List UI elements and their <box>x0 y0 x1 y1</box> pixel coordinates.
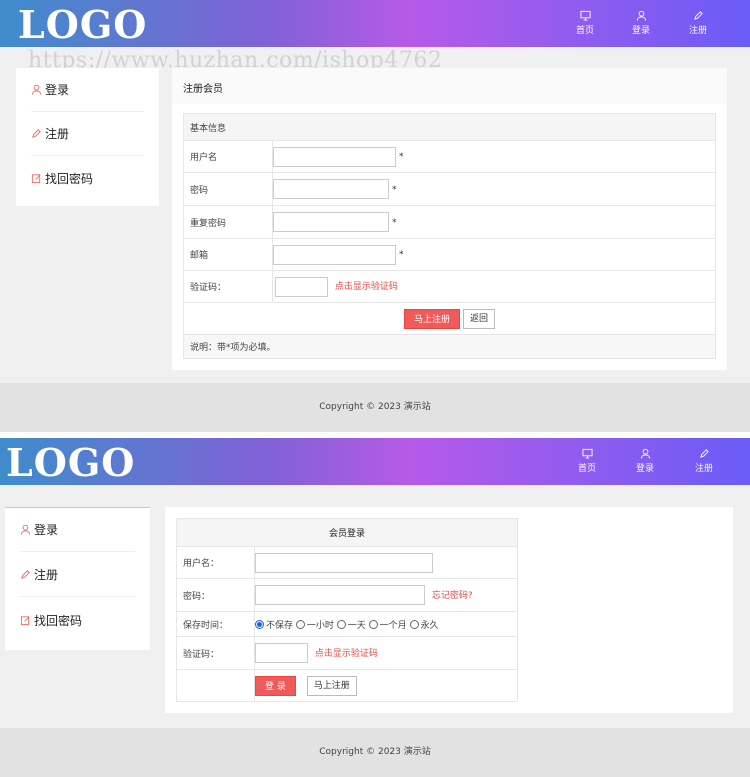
nav-home[interactable]: 首页 <box>565 10 605 36</box>
required-mark: * <box>392 184 397 195</box>
register-form: 基本信息 用户名 * 密码 * 重复密码 * 邮箱 * 验证码： 点击显示验证码 <box>183 113 716 359</box>
pencil-icon <box>32 129 41 138</box>
form-note: 说明：带*项为必填。 <box>183 334 716 359</box>
login-submit-button[interactable]: 登 录 <box>255 675 296 696</box>
sidebar: 登录 注册 找回密码 <box>5 507 150 650</box>
captcha-field[interactable] <box>275 276 328 297</box>
keep-option[interactable]: 不保存 <box>255 619 294 631</box>
radio-icon <box>336 619 346 629</box>
login-form: 会员登录 用户名： 密码： 忘记密码? 保存时间： 不保存 一小时 一天 一个月… <box>176 518 518 702</box>
monitor-icon <box>581 448 593 459</box>
radio-icon <box>368 619 378 629</box>
nav-register[interactable]: 注册 <box>678 10 718 36</box>
repeat-password-field[interactable] <box>273 212 389 232</box>
captcha-label: 验证码： <box>176 636 255 670</box>
keep-time-options: 不保存 一小时 一天 一个月 永久 <box>254 611 518 637</box>
login-page: LOGO 首页 登录 注册 登录 注册 找回密码 会员登录 用户名： 密码： 忘… <box>0 438 750 777</box>
user-icon <box>20 524 31 535</box>
keep-option[interactable]: 一小时 <box>295 619 334 631</box>
page-title: 会员登录 <box>176 518 518 547</box>
keep-option-label: 一天 <box>347 620 366 631</box>
sidebar-item-login[interactable]: 登录 <box>20 508 135 552</box>
user-icon <box>636 10 646 21</box>
sidebar-item-label: 注册 <box>45 127 70 141</box>
sidebar: 登录 注册 找回密码 <box>16 68 159 206</box>
register-now-button[interactable]: 马上注册 <box>306 675 357 696</box>
nav-home[interactable]: 首页 <box>567 448 607 474</box>
keep-option-label: 永久 <box>420 620 439 631</box>
edit-note-icon <box>31 173 41 183</box>
user-icon <box>31 84 42 95</box>
page-title: 注册会员 <box>172 68 727 104</box>
register-page: LOGO 首页 登录 注册 https://www.huzhan.com/ish… <box>0 0 750 432</box>
sidebar-item-recover[interactable]: 找回密码 <box>20 598 135 642</box>
sidebar-item-register[interactable]: 注册 <box>20 553 135 597</box>
site-footer: Copyright © 2023 演示站 <box>0 728 750 777</box>
section-heading: 基本信息 <box>183 113 716 141</box>
radio-selected-icon <box>255 619 264 629</box>
site-header: LOGO 首页 登录 注册 <box>0 0 750 47</box>
nav-login[interactable]: 登录 <box>625 448 665 474</box>
required-mark: * <box>399 250 404 260</box>
logo[interactable]: LOGO <box>18 2 147 47</box>
forgot-password-link[interactable]: 忘记密码? <box>432 591 473 601</box>
sidebar-item-label: 登录 <box>45 83 70 97</box>
keep-option-label: 一小时 <box>306 620 334 631</box>
nav-register-label: 注册 <box>694 464 713 474</box>
sidebar-item-label: 找回密码 <box>45 171 94 186</box>
edit-note-icon <box>20 615 30 625</box>
nav-login[interactable]: 登录 <box>621 10 661 36</box>
keep-option[interactable]: 一天 <box>336 619 366 631</box>
username-label: 用户名： <box>176 546 255 579</box>
keep-option-label: 一个月 <box>379 620 407 631</box>
sidebar-item-label: 找回密码 <box>34 613 83 628</box>
sidebar-item-register[interactable]: 注册 <box>31 112 144 156</box>
required-mark: * <box>392 217 397 228</box>
monitor-icon <box>579 10 591 21</box>
login-panel: 会员登录 用户名： 密码： 忘记密码? 保存时间： 不保存 一小时 一天 一个月… <box>165 507 733 713</box>
site-header: LOGO 首页 登录 注册 <box>0 438 750 485</box>
sidebar-item-label: 登录 <box>34 523 59 537</box>
nav-login-label: 登录 <box>631 26 650 36</box>
nav-home-label: 首页 <box>577 464 596 474</box>
keep-option-label: 不保存 <box>266 620 294 631</box>
radio-icon <box>409 619 419 629</box>
sidebar-item-recover[interactable]: 找回密码 <box>31 156 144 200</box>
password-field[interactable] <box>255 585 425 605</box>
sidebar-item-login[interactable]: 登录 <box>31 68 144 112</box>
password-label: 密码： <box>176 578 255 612</box>
password-field[interactable] <box>273 179 389 199</box>
nav-register[interactable]: 注册 <box>684 448 724 474</box>
pencil-icon <box>21 570 30 579</box>
radio-icon <box>295 619 305 629</box>
keep-option[interactable]: 一个月 <box>368 619 407 631</box>
nav-login-label: 登录 <box>635 464 654 474</box>
show-captcha-link[interactable]: 点击显示验证码 <box>315 649 378 659</box>
show-captcha-link[interactable]: 点击显示验证码 <box>335 282 398 292</box>
username-field[interactable] <box>255 552 433 573</box>
repeat-password-label: 重复密码 <box>183 205 273 239</box>
keep-option[interactable]: 永久 <box>409 619 439 631</box>
register-submit-button[interactable]: 马上注册 <box>404 308 461 329</box>
nav-register-label: 注册 <box>688 26 707 36</box>
pencil-icon <box>693 11 703 20</box>
username-label: 用户名 <box>183 140 273 173</box>
password-label: 密码 <box>183 172 273 206</box>
register-panel: 注册会员 基本信息 用户名 * 密码 * 重复密码 * 邮箱 * 验证码： 点击… <box>172 68 727 370</box>
captcha-label: 验证码： <box>183 270 273 303</box>
user-icon <box>640 448 650 459</box>
captcha-field[interactable] <box>255 643 308 663</box>
username-field[interactable] <box>273 146 396 167</box>
site-footer: Copyright © 2023 演示站 <box>0 383 750 432</box>
pencil-icon <box>699 449 709 458</box>
nav-home-label: 首页 <box>575 26 594 36</box>
email-field[interactable] <box>273 244 396 265</box>
sidebar-item-label: 注册 <box>34 568 59 582</box>
back-button[interactable]: 返回 <box>462 308 495 329</box>
email-label: 邮箱 <box>183 238 273 271</box>
logo[interactable]: LOGO <box>6 440 135 485</box>
required-mark: * <box>399 152 404 162</box>
keep-time-label: 保存时间： <box>176 611 255 637</box>
